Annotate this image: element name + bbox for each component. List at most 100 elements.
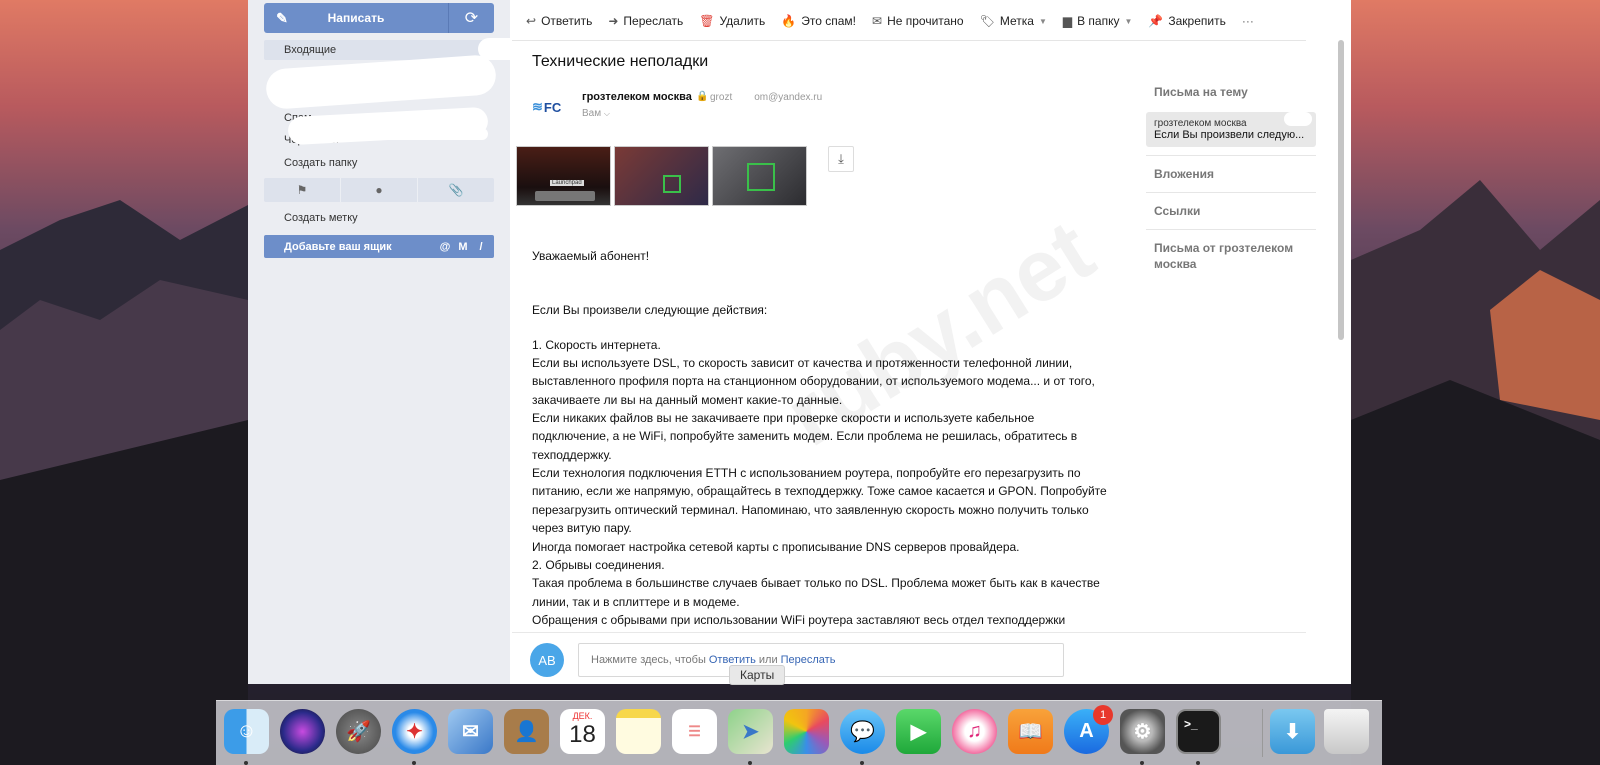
more-button[interactable]: ···: [1242, 14, 1254, 28]
messages-icon[interactable]: 💬: [840, 709, 885, 754]
reminders-icon[interactable]: ☰: [672, 709, 717, 754]
redaction: [264, 54, 498, 110]
thumb-label: Launchpad: [550, 180, 584, 186]
terminal-icon[interactable]: >_: [1176, 709, 1221, 754]
body-line: Обращения с обрывами при использовании W…: [532, 613, 1066, 627]
running-indicator: [412, 761, 416, 765]
thread-title[interactable]: Письма на тему: [1146, 76, 1316, 108]
app-store-icon[interactable]: A 1: [1064, 705, 1113, 754]
running-indicator: [748, 761, 752, 765]
move-folder-dropdown[interactable]: ▆ В папку ▼: [1063, 14, 1133, 28]
pin-button[interactable]: 📌 Закрепить: [1148, 14, 1225, 28]
trash-icon: 🗑: [699, 14, 715, 28]
compose-button[interactable]: ✎ Написать: [264, 3, 448, 33]
attachments-link[interactable]: Вложения: [1146, 158, 1316, 190]
calendar-month: ДЕК.: [572, 711, 593, 721]
toolbar-divider: [512, 40, 1306, 41]
finder-icon[interactable]: ☺: [224, 709, 269, 754]
ibooks-icon[interactable]: 📖: [1008, 709, 1053, 754]
mail-app-icon[interactable]: ✉: [448, 709, 493, 754]
system-preferences-icon[interactable]: ⚙: [1120, 709, 1165, 754]
related-panel: Письма на тему грозтелеком москва Если В…: [1146, 76, 1316, 280]
create-folder-link[interactable]: Создать папку: [264, 153, 494, 173]
delete-button[interactable]: 🗑 Удалить: [699, 14, 765, 28]
lock-icon: 🔒: [696, 91, 709, 102]
separator: [1146, 155, 1316, 156]
itunes-icon[interactable]: ♫: [952, 709, 997, 754]
body-line: перезагрузить оптический терминал. Напом…: [532, 503, 1089, 517]
mail-window: ✎ Написать ⟳ Входящие Спам Черновики Соз…: [248, 0, 1351, 684]
fire-icon: 🔥: [781, 14, 797, 28]
pin-icon: 📌: [1148, 14, 1164, 28]
sidebar: ✎ Написать ⟳ Входящие Спам Черновики Соз…: [248, 0, 588, 684]
forward-button[interactable]: ➜ Переслать: [608, 14, 683, 28]
body-line: 1. Скорость интернета.: [532, 338, 661, 352]
add-mailbox-button[interactable]: Добавьте ваш ящик @ M /: [264, 235, 494, 258]
running-indicator: [244, 761, 248, 765]
dock-separator: [1262, 709, 1263, 757]
paperclip-icon: 📎: [448, 183, 464, 197]
separator: [1146, 192, 1316, 193]
downloads-folder-icon[interactable]: ⬇: [1270, 709, 1315, 754]
refresh-button[interactable]: ⟳: [448, 3, 494, 33]
spam-button[interactable]: 🔥 Это спам!: [781, 14, 856, 28]
tag-icon: 🏷: [979, 14, 995, 28]
body-line: питанию, если же напрямую, обращайтесь в…: [532, 484, 1107, 498]
body-line: Если никаких файлов вы не закачиваете пр…: [532, 411, 1035, 425]
thread-preview: Если Вы произвели следую...: [1154, 129, 1305, 141]
photos-icon[interactable]: [784, 709, 829, 754]
redaction: [1284, 112, 1312, 126]
body-line: через витую пару.: [532, 521, 632, 535]
attachment-thumbnail[interactable]: [712, 146, 807, 206]
trash-icon[interactable]: [1324, 709, 1369, 754]
body-intro: Если Вы произвели следующие действия:: [532, 303, 768, 317]
reply-button[interactable]: ↩ Ответить: [526, 14, 592, 28]
chevron-down-icon: ⌵: [603, 109, 610, 118]
calendar-day: 18: [569, 721, 596, 748]
siri-icon[interactable]: [280, 709, 325, 754]
separator: [1146, 229, 1316, 230]
dock: ☺ 🚀 ✦ ✉ 👤 ДЕК. 18 ☰ ➤ 💬 ▶ ♫ 📖 A 1 ⚙ >_ ⬇: [216, 700, 1382, 765]
facetime-icon[interactable]: ▶: [896, 709, 941, 754]
contacts-icon[interactable]: 👤: [504, 709, 549, 754]
notes-icon[interactable]: [616, 709, 661, 754]
pencil-icon: ✎: [276, 9, 288, 26]
forward-icon: ➜: [608, 14, 619, 28]
filter-flag[interactable]: ⚑: [264, 178, 341, 202]
safari-icon[interactable]: ✦: [392, 709, 437, 754]
recipient[interactable]: Вам ⌵: [582, 108, 610, 119]
chevron-down-icon: ▼: [1124, 16, 1133, 26]
maps-icon[interactable]: ➤: [728, 709, 773, 754]
filter-bar: ⚑ ● 📎: [264, 178, 494, 202]
forward-link[interactable]: Переслать: [781, 654, 836, 666]
filter-attachments[interactable]: 📎: [418, 178, 494, 202]
body-greeting: Уважаемый абонент!: [532, 249, 650, 263]
attachment-thumbnail[interactable]: Launchpad: [516, 146, 611, 206]
body-line: Такая проблема в большинстве случаев быв…: [532, 576, 1100, 590]
gmail-icon: M: [458, 240, 468, 253]
unread-button[interactable]: ✉ Не прочитано: [872, 14, 964, 28]
create-label-link[interactable]: Создать метку: [264, 208, 494, 228]
sender-email: grozt om@yandex.ru: [710, 92, 823, 103]
slash-icon: /: [479, 240, 483, 253]
launchpad-icon[interactable]: 🚀: [336, 709, 381, 754]
flag-icon: ⚑: [296, 183, 308, 197]
links-link[interactable]: Ссылки: [1146, 195, 1316, 227]
running-indicator: [860, 761, 864, 765]
highlight-box: [747, 163, 775, 191]
dock-tooltip: Карты: [729, 665, 786, 685]
download-all-button[interactable]: ⤓: [828, 146, 854, 172]
quick-reply-input[interactable]: Нажмите здесь, чтобы Ответить или Пересл…: [578, 643, 1064, 677]
sender-name[interactable]: грозтелеком москва: [582, 91, 692, 103]
sender-letters-link[interactable]: Письма от грозтелеком москва: [1146, 232, 1316, 280]
body-line: линии, так и в сплиттере и в модеме.: [532, 595, 740, 609]
filter-unread[interactable]: ●: [341, 178, 418, 202]
scrollbar[interactable]: [1338, 40, 1344, 340]
calendar-icon[interactable]: ДЕК. 18: [560, 709, 605, 754]
attachment-thumbnail[interactable]: [614, 146, 709, 206]
label-dropdown[interactable]: 🏷 Метка ▼: [980, 14, 1047, 28]
chevron-down-icon: ▼: [1038, 16, 1047, 26]
message-subject: Технические неполадки: [532, 53, 709, 70]
redaction: [308, 128, 488, 140]
running-indicator: [1196, 761, 1200, 765]
